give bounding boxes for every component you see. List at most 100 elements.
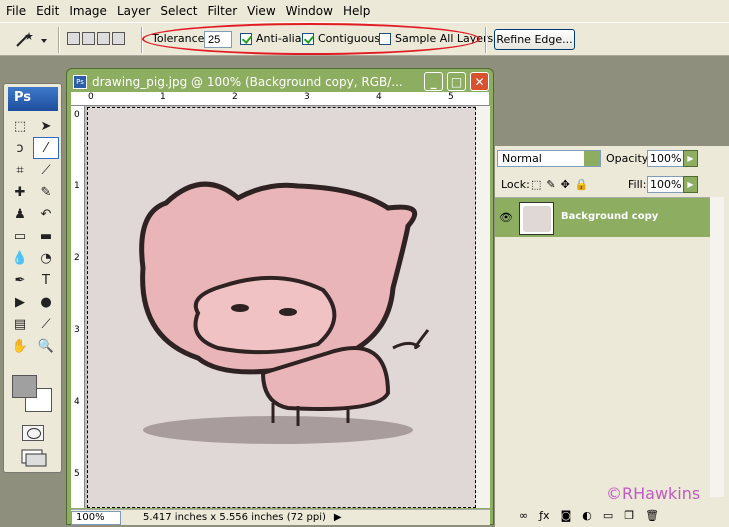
move-tool-icon[interactable]: ➤	[33, 115, 59, 137]
new-group-icon[interactable]: ▭	[603, 509, 613, 522]
dodge-tool-icon[interactable]: ◔	[33, 247, 59, 269]
document-info: 5.417 inches x 5.556 inches (72 ppi)	[143, 512, 326, 523]
vertical-ruler: 0 1 2 3 4 5	[71, 106, 85, 508]
hand-tool-icon[interactable]: ✋	[7, 335, 33, 357]
link-layers-icon[interactable]: ∞	[519, 509, 528, 522]
opacity-arrow-icon[interactable]: ▶	[683, 150, 698, 167]
sample-all-layers-checkbox[interactable]	[379, 32, 391, 45]
menu-edit[interactable]: Edit	[32, 4, 63, 18]
menu-select[interactable]: Select	[156, 4, 201, 18]
lock-all-icon[interactable]: 🔒	[575, 178, 589, 191]
new-selection-icon[interactable]	[67, 32, 80, 45]
selection-mode-group	[67, 32, 125, 45]
refine-edge-button[interactable]: Refine Edge...	[494, 29, 575, 50]
quick-mask-icon[interactable]	[22, 425, 44, 441]
minimize-button[interactable]: _	[424, 72, 443, 91]
contiguous-label: Contiguous	[318, 32, 381, 45]
menu-bar: File Edit Image Layer Select Filter View…	[0, 0, 729, 22]
ruler-h-label: 3	[304, 92, 310, 102]
blend-mode-select[interactable]: Normal	[497, 150, 601, 167]
eyedropper-tool-icon[interactable]: ⟋	[33, 313, 59, 335]
antialias-checkbox[interactable]	[240, 32, 252, 45]
layer-row[interactable]: 👁 Background copy	[495, 197, 710, 237]
new-layer-icon[interactable]: ❐	[624, 509, 634, 522]
history-brush-tool-icon[interactable]: ↶	[33, 203, 59, 225]
magic-wand-preset-icon[interactable]	[14, 31, 48, 49]
menu-file[interactable]: File	[2, 4, 30, 18]
separator	[485, 27, 486, 53]
notes-tool-icon[interactable]: ▤	[7, 313, 33, 335]
sample-all-layers-label: Sample All Layers	[395, 32, 494, 45]
toolbox: Ps ⬚ ➤ ↄ ⁄ ⌗ ⟋ ✚ ✎ ♟ ↶ ▭ ▬ 💧 ◔ ✒ T ▶ ● ▤…	[3, 83, 62, 473]
add-mask-icon[interactable]: ◙	[561, 509, 572, 522]
opacity-input[interactable]: 100%	[647, 150, 684, 167]
blur-tool-icon[interactable]: 💧	[7, 247, 33, 269]
pen-tool-icon[interactable]: ✒	[7, 269, 33, 291]
horizontal-ruler: 0 1 2 3 4 5	[71, 92, 489, 106]
document-title-bar[interactable]: Ps drawing_pig.jpg @ 100% (Background co…	[73, 72, 403, 92]
slice-tool-icon[interactable]: ⟋	[33, 159, 59, 181]
layers-scrollbar[interactable]	[710, 197, 724, 497]
ellipse-tool-icon[interactable]: ●	[33, 291, 59, 313]
adjustment-layer-icon[interactable]: ◐	[582, 509, 592, 522]
maximize-button[interactable]: □	[447, 72, 466, 91]
lock-pixels-icon[interactable]: ✎	[546, 178, 555, 191]
healing-brush-tool-icon[interactable]: ✚	[7, 181, 33, 203]
ruler-v-label: 5	[74, 469, 80, 479]
gradient-tool-icon[interactable]: ▬	[33, 225, 59, 247]
path-selection-tool-icon[interactable]: ▶	[7, 291, 33, 313]
document-image[interactable]	[87, 107, 476, 508]
lock-position-icon[interactable]: ✥	[561, 178, 570, 191]
marquee-tool-icon[interactable]: ⬚	[7, 115, 33, 137]
status-bar: 100% 5.417 inches x 5.556 inches (72 ppi…	[71, 509, 490, 525]
menu-window[interactable]: Window	[282, 4, 337, 18]
ps-logo: Ps	[8, 87, 58, 111]
ruler-v-label: 0	[74, 110, 80, 120]
contiguous-option[interactable]: Contiguous	[302, 32, 380, 45]
clone-stamp-tool-icon[interactable]: ♟	[7, 203, 33, 225]
ruler-h-label: 5	[448, 92, 454, 102]
add-selection-icon[interactable]	[82, 32, 95, 45]
eye-icon[interactable]: 👁	[499, 211, 513, 224]
brush-tool-icon[interactable]: ✎	[33, 181, 59, 203]
ruler-v-label: 2	[74, 253, 80, 263]
antialias-option[interactable]: Anti-alias	[240, 32, 307, 45]
foreground-color-swatch-top[interactable]	[12, 375, 37, 398]
fill-input[interactable]: 100%	[647, 176, 684, 193]
eraser-tool-icon[interactable]: ▭	[7, 225, 33, 247]
screen-mode-icon[interactable]	[20, 449, 48, 467]
close-button[interactable]: ✕	[470, 72, 489, 91]
menu-view[interactable]: View	[243, 4, 279, 18]
ruler-h-label: 4	[376, 92, 382, 102]
tool-grid: ⬚ ➤ ↄ ⁄ ⌗ ⟋ ✚ ✎ ♟ ↶ ▭ ▬ 💧 ◔ ✒ T ▶ ● ▤ ⟋ …	[7, 115, 59, 357]
ruler-h-label: 0	[88, 92, 94, 102]
layers-footer: ∞ ƒx ◙ ◐ ▭ ❐ 🗑	[495, 503, 729, 527]
status-menu-arrow-icon[interactable]: ▶	[334, 512, 342, 523]
intersect-selection-icon[interactable]	[112, 32, 125, 45]
zoom-field[interactable]: 100%	[71, 510, 121, 525]
layer-name: Background copy	[561, 211, 659, 222]
menu-layer[interactable]: Layer	[113, 4, 154, 18]
tolerance-label: Tolerance:	[152, 32, 209, 45]
magic-wand-tool-icon[interactable]: ⁄	[33, 137, 59, 159]
antialias-label: Anti-alias	[256, 32, 308, 45]
ruler-h-label: 2	[232, 92, 238, 102]
zoom-tool-icon[interactable]: 🔍	[33, 335, 59, 357]
menu-image[interactable]: Image	[65, 4, 111, 18]
crop-tool-icon[interactable]: ⌗	[7, 159, 33, 181]
delete-layer-icon[interactable]: 🗑	[645, 509, 659, 522]
lock-transparency-icon[interactable]: ⬚	[531, 178, 541, 191]
fill-arrow-icon[interactable]: ▶	[683, 176, 698, 193]
lasso-tool-icon[interactable]: ↄ	[7, 137, 33, 159]
subtract-selection-icon[interactable]	[97, 32, 110, 45]
menu-help[interactable]: Help	[339, 4, 374, 18]
type-tool-icon[interactable]: T	[33, 269, 59, 291]
contiguous-checkbox[interactable]	[302, 32, 314, 45]
sample-all-layers-option[interactable]: Sample All Layers	[379, 32, 493, 45]
menu-filter[interactable]: Filter	[203, 4, 241, 18]
vertical-scrollbar[interactable]	[476, 106, 490, 508]
lock-label: Lock:	[501, 178, 530, 191]
watermark: ©RHawkins	[606, 484, 701, 503]
tolerance-input[interactable]	[204, 31, 232, 48]
layer-style-icon[interactable]: ƒx	[539, 509, 549, 522]
